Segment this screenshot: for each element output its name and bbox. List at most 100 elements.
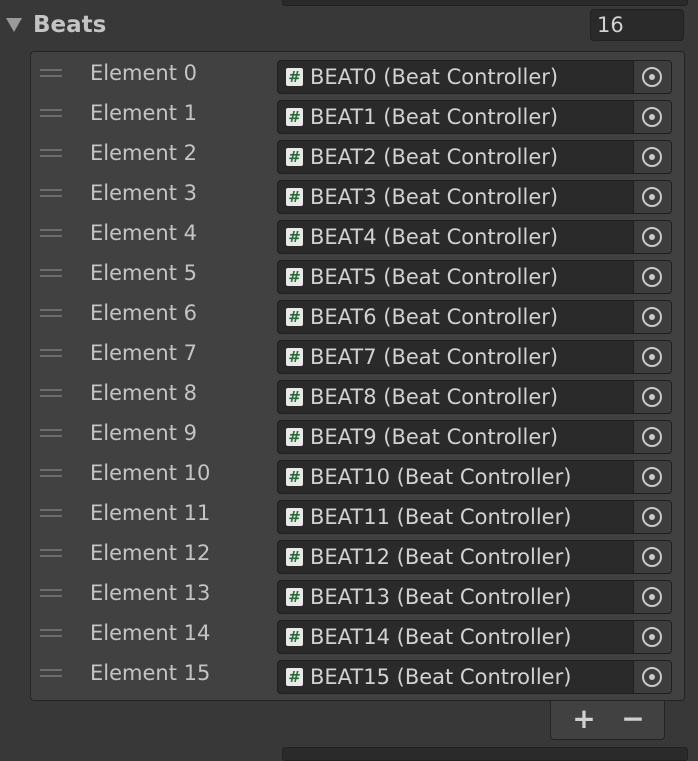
drag-handle-icon[interactable]	[40, 229, 62, 237]
list-item[interactable]: Element 5 # BEAT5 (Beat Controller)	[31, 254, 684, 294]
object-picker-button[interactable]	[633, 421, 671, 453]
list-item[interactable]: Element 4 # BEAT4 (Beat Controller)	[31, 214, 684, 254]
object-field[interactable]: # BEAT2 (Beat Controller)	[277, 140, 672, 174]
object-field[interactable]: # BEAT7 (Beat Controller)	[277, 340, 672, 374]
object-field[interactable]: # BEAT3 (Beat Controller)	[277, 180, 672, 214]
object-picker-button[interactable]	[633, 621, 671, 653]
object-picker-button[interactable]	[633, 341, 671, 373]
list-item[interactable]: Element 8 # BEAT8 (Beat Controller)	[31, 374, 684, 414]
object-picker-button[interactable]	[633, 581, 671, 613]
element-label: Element 0	[90, 61, 197, 85]
object-picker-button[interactable]	[633, 221, 671, 253]
object-picker-icon	[642, 467, 662, 487]
csharp-script-icon: #	[286, 68, 303, 86]
object-picker-icon	[642, 347, 662, 367]
object-field[interactable]: # BEAT12 (Beat Controller)	[277, 540, 672, 574]
object-picker-button[interactable]	[633, 461, 671, 493]
object-picker-icon	[642, 227, 662, 247]
object-picker-button[interactable]	[633, 101, 671, 133]
object-picker-button[interactable]	[633, 141, 671, 173]
object-picker-button[interactable]	[633, 661, 671, 693]
drag-handle-icon[interactable]	[40, 549, 62, 557]
drag-handle-icon[interactable]	[40, 389, 62, 397]
list-item[interactable]: Element 0 # BEAT0 (Beat Controller)	[31, 54, 684, 94]
list-item[interactable]: Element 7 # BEAT7 (Beat Controller)	[31, 334, 684, 374]
csharp-script-icon: #	[286, 548, 303, 566]
csharp-script-icon: #	[286, 108, 303, 126]
picker-dot	[649, 274, 655, 280]
drag-handle-icon[interactable]	[40, 349, 62, 357]
object-picker-button[interactable]	[633, 541, 671, 573]
array-title: Beats	[33, 12, 107, 38]
list-item[interactable]: Element 3 # BEAT3 (Beat Controller)	[31, 174, 684, 214]
object-picker-icon	[642, 427, 662, 447]
object-picker-icon	[642, 187, 662, 207]
list-item[interactable]: Element 1 # BEAT1 (Beat Controller)	[31, 94, 684, 134]
list-item[interactable]: Element 10 # BEAT10 (Beat Controller)	[31, 454, 684, 494]
drag-handle-icon[interactable]	[40, 269, 62, 277]
drag-handle-icon[interactable]	[40, 149, 62, 157]
object-field[interactable]: # BEAT4 (Beat Controller)	[277, 220, 672, 254]
drag-handle-icon[interactable]	[40, 629, 62, 637]
object-picker-button[interactable]	[633, 301, 671, 333]
drag-handle-icon[interactable]	[40, 69, 62, 77]
drag-handle-icon[interactable]	[40, 509, 62, 517]
object-field[interactable]: # BEAT6 (Beat Controller)	[277, 300, 672, 334]
object-field[interactable]: # BEAT10 (Beat Controller)	[277, 460, 672, 494]
object-picker-icon	[642, 67, 662, 87]
object-picker-button[interactable]	[633, 501, 671, 533]
csharp-script-icon: #	[286, 308, 303, 326]
csharp-script-icon: #	[286, 148, 303, 166]
picker-dot	[649, 394, 655, 400]
element-label: Element 4	[90, 221, 197, 245]
foldout-expanded-icon[interactable]	[6, 18, 22, 32]
object-picker-button[interactable]	[633, 381, 671, 413]
object-value: BEAT0 (Beat Controller)	[310, 65, 559, 89]
list-item[interactable]: Element 14 # BEAT14 (Beat Controller)	[31, 614, 684, 654]
drag-handle-icon[interactable]	[40, 469, 62, 477]
beats-array-header[interactable]: Beats 16	[0, 8, 698, 46]
object-picker-button[interactable]	[633, 181, 671, 213]
object-picker-icon	[642, 267, 662, 287]
csharp-script-icon: #	[286, 628, 303, 646]
picker-dot	[649, 474, 655, 480]
beats-list: Element 0 # BEAT0 (Beat Controller) Element…	[30, 51, 685, 701]
remove-element-button[interactable]: −	[619, 705, 647, 733]
list-item[interactable]: Element 12 # BEAT12 (Beat Controller)	[31, 534, 684, 574]
list-item[interactable]: Element 11 # BEAT11 (Beat Controller)	[31, 494, 684, 534]
object-field[interactable]: # BEAT8 (Beat Controller)	[277, 380, 672, 414]
drag-handle-icon[interactable]	[40, 669, 62, 677]
object-field[interactable]: # BEAT11 (Beat Controller)	[277, 500, 672, 534]
picker-dot	[649, 674, 655, 680]
csharp-script-icon: #	[286, 188, 303, 206]
object-field[interactable]: # BEAT5 (Beat Controller)	[277, 260, 672, 294]
element-label: Element 1	[90, 101, 197, 125]
drag-handle-icon[interactable]	[40, 109, 62, 117]
object-field[interactable]: # BEAT15 (Beat Controller)	[277, 660, 672, 694]
object-field[interactable]: # BEAT0 (Beat Controller)	[277, 60, 672, 94]
object-picker-button[interactable]	[633, 61, 671, 93]
picker-dot	[649, 194, 655, 200]
drag-handle-icon[interactable]	[40, 189, 62, 197]
object-field[interactable]: # BEAT1 (Beat Controller)	[277, 100, 672, 134]
picker-dot	[649, 74, 655, 80]
list-item[interactable]: Element 9 # BEAT9 (Beat Controller)	[31, 414, 684, 454]
element-label: Element 6	[90, 301, 197, 325]
object-picker-icon	[642, 627, 662, 647]
add-element-button[interactable]: +	[570, 705, 598, 733]
object-field[interactable]: # BEAT14 (Beat Controller)	[277, 620, 672, 654]
object-picker-button[interactable]	[633, 261, 671, 293]
picker-dot	[649, 554, 655, 560]
object-field[interactable]: # BEAT13 (Beat Controller)	[277, 580, 672, 614]
object-field[interactable]: # BEAT9 (Beat Controller)	[277, 420, 672, 454]
object-value: BEAT2 (Beat Controller)	[310, 145, 559, 169]
list-item[interactable]: Element 6 # BEAT6 (Beat Controller)	[31, 294, 684, 334]
drag-handle-icon[interactable]	[40, 589, 62, 597]
list-item[interactable]: Element 13 # BEAT13 (Beat Controller)	[31, 574, 684, 614]
picker-dot	[649, 114, 655, 120]
array-size-field[interactable]: 16	[590, 9, 684, 41]
drag-handle-icon[interactable]	[40, 429, 62, 437]
list-item[interactable]: Element 15 # BEAT15 (Beat Controller)	[31, 654, 684, 694]
list-item[interactable]: Element 2 # BEAT2 (Beat Controller)	[31, 134, 684, 174]
drag-handle-icon[interactable]	[40, 309, 62, 317]
